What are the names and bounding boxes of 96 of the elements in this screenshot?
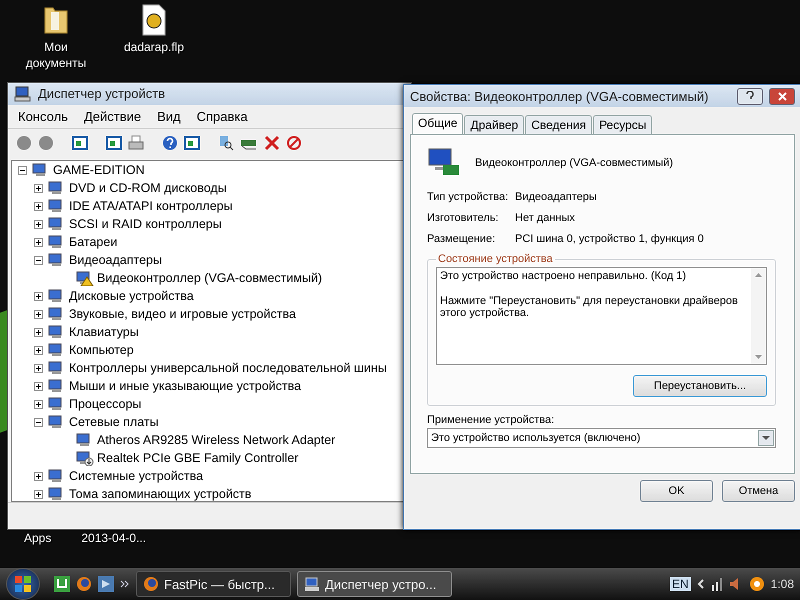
tree-item[interactable]: Звуковые, видео и игровые устройства <box>69 307 296 322</box>
tree-item[interactable]: Видеоадаптеры <box>69 253 162 268</box>
status-text-box[interactable]: Это устройство настроено неправильно. (Код 1) Нажмите "Переустановить" для переустановки драйверов этого устройства. <box>436 267 767 365</box>
printer-icon[interactable] <box>128 135 144 152</box>
magnifier-icon[interactable] <box>218 135 234 152</box>
dialog-title: Свойства: Видеоконтроллер (VGA-совместимый) <box>410 88 708 104</box>
forward-icon[interactable] <box>38 135 54 152</box>
expander-box[interactable] <box>34 256 45 265</box>
tree-item[interactable]: Системные устройства <box>69 469 204 484</box>
reinstall-button[interactable]: Переустановить... <box>633 375 767 397</box>
menu-item[interactable]: Действие <box>84 109 142 124</box>
desktop-icon-label[interactable]: Apps <box>24 530 52 546</box>
expander-box[interactable] <box>34 292 45 301</box>
expander-box[interactable] <box>34 202 45 211</box>
help-button[interactable] <box>737 88 763 104</box>
tab[interactable]: Ресурсы <box>593 115 652 134</box>
close-x-icon[interactable] <box>264 135 280 152</box>
window-icon[interactable] <box>184 135 200 152</box>
menu-item[interactable]: Консоль <box>18 109 68 124</box>
tree-item[interactable]: Сетевые платы <box>69 415 159 430</box>
field-value: PCI шина 0, устройство 1, функция 0 <box>515 233 705 245</box>
expander-box[interactable] <box>34 364 45 373</box>
status-message: Это устройство настроено неправильно. (Код 1) <box>440 270 688 282</box>
desktop-icon-label[interactable]: 2013-04-0... <box>81 530 146 546</box>
window-icon[interactable] <box>72 135 88 152</box>
tree-item[interactable]: Процессоры <box>69 397 142 412</box>
expander-box[interactable] <box>34 220 45 229</box>
close-icon <box>778 92 786 100</box>
taskbar-button[interactable]: Диспетчер устро... <box>297 571 452 597</box>
cancel-button[interactable]: Отмена <box>722 480 795 502</box>
disable-icon[interactable] <box>286 135 302 152</box>
ok-button[interactable]: OK <box>640 480 713 502</box>
expander-box[interactable] <box>18 166 29 175</box>
tray-app-icon[interactable] <box>748 576 765 592</box>
scrollbar[interactable] <box>751 268 766 364</box>
tree-item[interactable]: Мыши и иные указывающие устройства <box>69 379 302 394</box>
scroll-up-icon[interactable] <box>754 272 763 278</box>
window-icon[interactable] <box>106 135 122 152</box>
tab[interactable]: Общие <box>412 113 464 134</box>
expander-box[interactable] <box>34 400 45 409</box>
tree-item[interactable]: GAME-EDITION <box>53 163 145 178</box>
expander-box[interactable] <box>34 184 45 193</box>
menu-item[interactable]: Вид <box>157 109 181 124</box>
field-label: Изготовитель: <box>427 212 500 224</box>
question-mark-icon <box>746 91 754 101</box>
group-title: Состояние устройства <box>437 253 554 265</box>
expander-box[interactable] <box>34 418 45 427</box>
media-player-icon[interactable] <box>98 576 114 592</box>
expander-box[interactable] <box>34 238 45 247</box>
chevron-icon[interactable] <box>120 579 130 589</box>
expander-box[interactable] <box>34 382 45 391</box>
computer-icon <box>304 576 320 592</box>
window-title: Диспетчер устройств <box>38 86 166 102</box>
tree-item[interactable]: SCSI и RAID контроллеры <box>69 217 222 232</box>
clock[interactable]: 1:08 <box>770 577 794 591</box>
tree-item[interactable]: Тома запоминающих устройств <box>69 487 252 502</box>
tree-item[interactable]: IDE ATA/ATAPI контроллеры <box>69 199 233 214</box>
chevron-left-icon[interactable] <box>696 579 705 589</box>
tab[interactable]: Драйвер <box>464 115 524 134</box>
computer-icon <box>14 86 32 102</box>
expander-box[interactable] <box>34 346 45 355</box>
usage-label: Применение устройства: <box>427 414 556 426</box>
status-message: Нажмите "Переустановить" для переустановки драйверов этого устройства. <box>440 295 739 319</box>
desktop-icon-label[interactable]: dadarap.flp <box>124 39 184 55</box>
expander-box[interactable] <box>34 328 45 337</box>
expander-box[interactable] <box>34 310 45 319</box>
help-icon[interactable] <box>162 135 178 152</box>
start-button[interactable] <box>6 568 40 600</box>
desktop-icon-label[interactable]: Мои документы <box>18 39 94 71</box>
field-value: Видеоадаптеры <box>515 191 598 203</box>
device-name: Видеоконтроллер (VGA-совместимый) <box>475 157 674 169</box>
tree-item[interactable]: Контроллеры универсальной последовательной шины <box>69 361 387 376</box>
close-button[interactable] <box>769 88 795 104</box>
tree-item[interactable]: Дисковые устройства <box>69 289 194 304</box>
taskbar-button[interactable]: FastPic — быстр... <box>136 571 291 597</box>
language-indicator[interactable]: EN <box>670 577 691 591</box>
tree-item[interactable]: Компьютер <box>69 343 134 358</box>
usage-dropdown[interactable]: Это устройство используется (включено) <box>427 428 776 448</box>
tab[interactable]: Сведения <box>525 115 592 134</box>
expander-box[interactable] <box>34 472 45 481</box>
browser-icon[interactable] <box>76 576 92 592</box>
field-label: Тип устройства: <box>427 191 510 203</box>
tree-item[interactable]: Atheros AR9285 Wireless Network Adapter <box>97 433 336 448</box>
menu-item[interactable]: Справка <box>196 109 248 124</box>
tree-item[interactable]: Клавиатуры <box>69 325 139 340</box>
tree-item[interactable]: DVD и CD-ROM дисководы <box>69 181 227 196</box>
file-icon[interactable] <box>141 4 167 36</box>
field-label: Размещение: <box>427 233 496 245</box>
signal-icon[interactable] <box>710 577 723 591</box>
tree-item[interactable]: Видеоконтроллер (VGA-совместимый) <box>97 271 322 286</box>
expander-box[interactable] <box>34 490 45 499</box>
field-value: Нет данных <box>515 212 576 224</box>
tree-item[interactable]: Батареи <box>69 235 118 250</box>
back-icon[interactable] <box>16 135 32 152</box>
browser-icon <box>143 576 159 592</box>
scroll-down-icon[interactable] <box>754 354 763 360</box>
